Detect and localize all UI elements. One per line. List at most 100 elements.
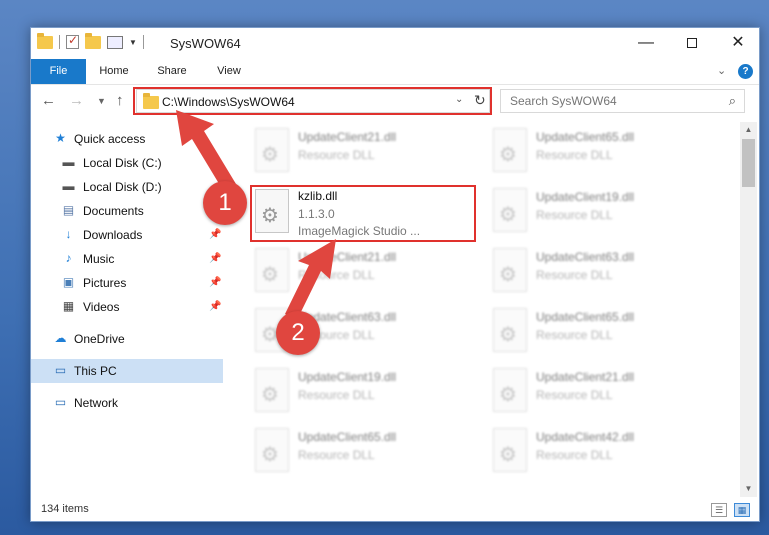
documents-icon: ▤	[62, 203, 75, 217]
sidebar-item-this-pc[interactable]: ▭ This PC	[31, 359, 223, 383]
help-icon[interactable]: ?	[738, 64, 753, 79]
sidebar-item-label: Quick access	[74, 132, 146, 146]
tab-home[interactable]: Home	[89, 59, 139, 84]
file-name: UpdateClient21.dll	[298, 130, 397, 144]
file-description: Resource DLL	[536, 268, 613, 282]
search-box[interactable]: ⌕	[500, 89, 745, 113]
sidebar-item-music[interactable]: ♪ Music 📌	[31, 247, 223, 271]
sidebar-item-network[interactable]: ▭ Network	[31, 391, 223, 415]
sidebar-item-local-disk-d[interactable]: ▬ Local Disk (D:)	[31, 175, 223, 199]
up-button[interactable]: ↑	[116, 92, 124, 109]
sidebar-item-local-disk-c[interactable]: ▬ Local Disk (C:) 📌	[31, 151, 223, 175]
file-item[interactable]: UpdateClient63.dll Resource DLL	[488, 245, 718, 301]
sidebar-item-label: Network	[74, 396, 119, 410]
dll-file-icon	[493, 188, 527, 232]
sidebar-item-label: OneDrive	[74, 332, 125, 346]
scroll-up-chevron-icon[interactable]: ▲	[740, 122, 757, 138]
tiles-view-icon[interactable]: ▦	[734, 503, 750, 517]
customize-toolbar-chevron-icon[interactable]: ▼	[129, 38, 137, 47]
quick-access-toolbar: ▼	[37, 32, 144, 49]
properties-check-icon[interactable]	[66, 33, 79, 49]
file-item[interactable]: UpdateClient42.dll Resource DLL	[488, 425, 718, 481]
file-item[interactable]: UpdateClient21.dll Resource DLL	[488, 365, 718, 421]
dll-file-icon	[255, 368, 289, 412]
window-title: SysWOW64	[170, 36, 241, 51]
music-icon: ♪	[65, 251, 72, 265]
network-icon: ▭	[54, 395, 67, 409]
address-highlight-box	[133, 87, 492, 115]
tab-share[interactable]: Share	[149, 59, 195, 84]
file-item[interactable]: UpdateClient21.dll Resource DLL	[250, 125, 480, 181]
file-name: UpdateClient19.dll	[536, 190, 635, 204]
tab-file[interactable]: File	[31, 59, 86, 84]
cloud-icon: ☁	[54, 331, 67, 345]
vertical-scrollbar[interactable]: ▲ ▼	[740, 122, 757, 497]
pin-icon: 📌	[209, 229, 222, 240]
tab-view[interactable]: View	[209, 59, 249, 84]
videos-icon: ▦	[62, 299, 75, 313]
pictures-icon: ▣	[62, 275, 75, 289]
properties-icon[interactable]	[107, 35, 123, 49]
file-list: UpdateClient21.dll Resource DLL kzlib.dl…	[223, 123, 743, 493]
file-item[interactable]: UpdateClient65.dll Resource DLL	[488, 125, 718, 181]
sidebar-item-videos[interactable]: ▦ Videos 📌	[31, 295, 223, 319]
file-item[interactable]: UpdateClient21.dll Resource DLL	[250, 245, 480, 301]
status-bar: 134 items ☰ ▦	[31, 500, 759, 522]
sidebar-item-quick-access[interactable]: ★ Quick access	[31, 127, 223, 151]
file-description: Resource DLL	[298, 448, 375, 462]
file-name: UpdateClient19.dll	[298, 370, 397, 384]
dll-file-icon	[493, 368, 527, 412]
file-name: UpdateClient21.dll	[298, 250, 397, 264]
file-highlight-box	[250, 185, 476, 242]
star-icon: ★	[55, 131, 66, 145]
recent-locations-chevron-icon[interactable]: ▼	[97, 96, 106, 106]
sidebar-item-downloads[interactable]: ↓ Downloads 📌	[31, 223, 223, 247]
file-item[interactable]: UpdateClient65.dll Resource DLL	[250, 425, 480, 481]
sidebar-item-pictures[interactable]: ▣ Pictures 📌	[31, 271, 223, 295]
file-item[interactable]: UpdateClient65.dll Resource DLL	[488, 305, 718, 361]
dll-file-icon	[255, 128, 289, 172]
search-icon[interactable]: ⌕	[729, 93, 736, 109]
pin-icon: 📌	[209, 277, 222, 288]
file-description: Resource DLL	[536, 148, 613, 162]
file-item[interactable]: UpdateClient19.dll Resource DLL	[250, 365, 480, 421]
navigation-bar: ← → ▼ ↑ C:\Windows\SysWOW64 ⌄ ↻ ⌕	[31, 85, 759, 117]
sidebar-item-onedrive[interactable]: ☁ OneDrive	[31, 327, 223, 351]
file-name: UpdateClient63.dll	[536, 250, 635, 264]
dll-file-icon	[493, 248, 527, 292]
title-bar: ▼ SysWOW64 — ✕	[31, 28, 759, 60]
file-name: UpdateClient65.dll	[536, 130, 635, 144]
drive-icon: ▬	[62, 155, 75, 169]
back-button[interactable]: ←	[41, 92, 56, 109]
toolbar-separator	[142, 35, 144, 49]
new-folder-icon[interactable]	[85, 32, 101, 49]
dll-file-icon	[255, 248, 289, 292]
file-description: Resource DLL	[536, 208, 613, 222]
sidebar-item-label: Local Disk (C:)	[83, 156, 162, 170]
forward-button[interactable]: →	[69, 92, 84, 109]
file-item[interactable]: UpdateClient19.dll Resource DLL	[488, 185, 718, 241]
sidebar-item-label: Documents	[83, 204, 144, 218]
navigation-pane: ★ Quick access ▬ Local Disk (C:) 📌 ▬ Loc…	[31, 123, 223, 488]
step-1-badge: 1	[203, 181, 247, 225]
maximize-button[interactable]	[669, 28, 715, 58]
scroll-down-chevron-icon[interactable]: ▼	[740, 481, 757, 497]
file-description: Resource DLL	[536, 388, 613, 402]
maximize-icon	[687, 37, 697, 48]
download-icon: ↓	[65, 227, 72, 241]
sidebar-item-label: Music	[83, 252, 115, 266]
file-name: UpdateClient65.dll	[298, 430, 397, 444]
scrollbar-thumb[interactable]	[742, 139, 755, 187]
toolbar-separator	[59, 35, 60, 49]
minimize-button[interactable]: —	[623, 28, 669, 58]
dll-file-icon	[255, 428, 289, 472]
expand-ribbon-chevron-icon[interactable]: ⌄	[717, 64, 726, 77]
close-button[interactable]: ✕	[715, 28, 761, 58]
sidebar-item-label: Videos	[83, 300, 120, 314]
sidebar-item-documents[interactable]: ▤ Documents 📌	[31, 199, 223, 223]
details-view-icon[interactable]: ☰	[711, 503, 727, 517]
file-name: UpdateClient21.dll	[536, 370, 635, 384]
search-input[interactable]	[510, 90, 710, 112]
dll-file-icon	[493, 308, 527, 352]
sidebar-item-label: Downloads	[83, 228, 143, 242]
